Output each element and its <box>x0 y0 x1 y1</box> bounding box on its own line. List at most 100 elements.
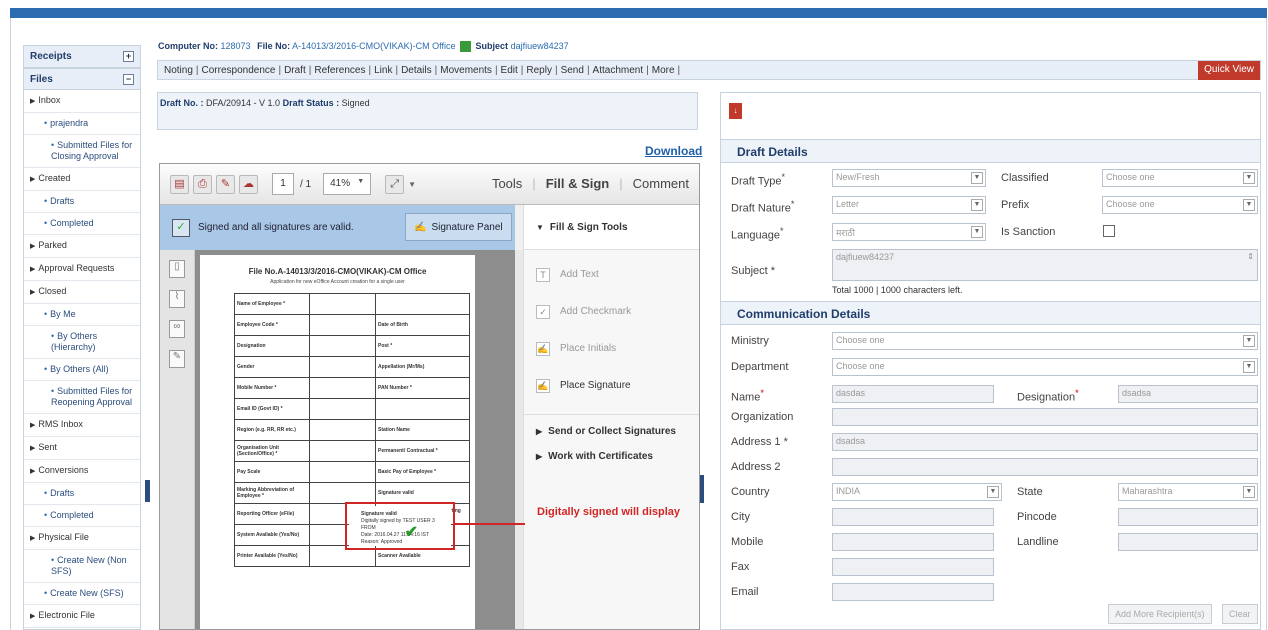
mobile-input[interactable] <box>832 533 994 551</box>
place-signature-tool[interactable]: ✍ Place Signature <box>524 367 699 404</box>
save-icon[interactable]: ▤ <box>170 174 189 194</box>
menu-item[interactable]: Attachment <box>593 65 644 76</box>
sidebar-item[interactable]: • Drafts <box>24 483 140 505</box>
menu-item[interactable]: Details <box>401 65 432 76</box>
sidebar-item[interactable]: • By Others (Hierarchy) <box>24 326 140 359</box>
sidebar-item[interactable]: ▶ RMS Inbox <box>24 414 140 437</box>
sidebar-files-header[interactable]: Files − <box>24 68 140 90</box>
print-icon[interactable]: ⎙ <box>193 174 212 194</box>
splitter-handle[interactable] <box>700 475 704 503</box>
landline-input[interactable] <box>1118 533 1258 551</box>
language-select[interactable]: मराठी ▼ <box>832 223 986 241</box>
name-input[interactable]: dasdas <box>832 385 994 403</box>
address2-input[interactable] <box>832 458 1258 476</box>
send-collect-signatures[interactable]: ▶ Send or Collect Signatures <box>524 419 699 444</box>
sidebar-item-label: Drafts <box>50 488 75 498</box>
menu-item[interactable]: Reply <box>526 65 552 76</box>
page-thumbnails-icon[interactable]: ▯ <box>169 260 185 278</box>
sidebar-item[interactable]: • Completed <box>24 213 140 235</box>
sidebar-item[interactable]: ▶ Closed <box>24 281 140 304</box>
menu-item[interactable]: Send <box>561 65 584 76</box>
quick-view-button[interactable]: Quick View <box>1198 61 1260 80</box>
edit-icon[interactable]: ✎ <box>216 174 235 194</box>
sidebar-item[interactable]: ▶ Approval Requests <box>24 258 140 281</box>
sidebar-item[interactable]: ▶ Created <box>24 168 140 191</box>
sidebar-item[interactable]: • Completed <box>24 505 140 527</box>
add-checkmark-tool[interactable]: ✓ Add Checkmark <box>524 293 699 330</box>
attachments-icon[interactable]: ⌇ <box>169 290 185 308</box>
address1-input[interactable]: dsadsa <box>832 433 1258 451</box>
pincode-input[interactable] <box>1118 508 1258 526</box>
sidebar-item[interactable]: • Drafts <box>24 191 140 213</box>
upload-icon[interactable]: ☁ <box>239 174 258 194</box>
notes-icon[interactable] <box>460 41 472 53</box>
collapse-icon[interactable]: − <box>123 73 134 85</box>
sidebar-item[interactable]: • Submitted Files for Reopening Approval <box>24 381 140 414</box>
sidebar-item[interactable]: ▶ Electronic File <box>24 605 140 628</box>
vertical-scrollbar[interactable] <box>515 250 523 629</box>
city-input[interactable] <box>832 508 994 526</box>
menu-item[interactable]: Draft <box>284 65 306 76</box>
signatures-icon[interactable]: ✎ <box>169 350 185 368</box>
comment-link[interactable]: Comment <box>633 176 689 191</box>
ministry-select[interactable]: Choose one ▼ <box>832 332 1258 350</box>
state-select[interactable]: Maharashtra ▼ <box>1118 483 1258 501</box>
page-number-input[interactable]: 1 <box>272 173 294 195</box>
draft-type-select[interactable]: New/Fresh ▼ <box>832 169 986 187</box>
add-text-tool[interactable]: T Add Text <box>524 256 699 293</box>
sidebar-collapse-handle[interactable] <box>145 480 150 502</box>
fill-sign-tools-header[interactable]: ▼ Fill & Sign Tools <box>524 205 699 250</box>
sidebar-item[interactable]: ▶ Conversions <box>24 460 140 483</box>
classified-select[interactable]: Choose one ▼ <box>1102 169 1258 187</box>
download-link[interactable]: Download <box>645 144 702 158</box>
sidebar-item[interactable]: ▶ Parked <box>24 235 140 258</box>
menu-item[interactable]: Edit <box>501 65 518 76</box>
sidebar-item[interactable]: • prajendra <box>24 113 140 135</box>
zoom-select[interactable]: 41% ▼ <box>323 173 372 195</box>
sidebar-item[interactable]: • By Others (All) <box>24 359 140 381</box>
organization-input[interactable] <box>832 408 1258 426</box>
divider <box>524 414 699 415</box>
add-more-recipients-button[interactable]: Add More Recipient(s) <box>1108 604 1212 624</box>
subject-label-text: Subject <box>731 265 768 277</box>
prefix-select[interactable]: Choose one ▼ <box>1102 196 1258 214</box>
sidebar-item[interactable]: • Create New (SFS) <box>24 583 140 605</box>
signature-panel-button[interactable]: ✍ Signature Panel <box>405 213 512 241</box>
subject-textarea[interactable]: dajfiuew84237 ⇕ <box>832 249 1258 281</box>
draft-nature-select[interactable]: Letter ▼ <box>832 196 986 214</box>
tools-link[interactable]: Tools <box>492 176 522 191</box>
menu-item[interactable]: Noting <box>164 65 193 76</box>
fill-sign-link[interactable]: Fill & Sign <box>546 176 610 191</box>
binoculars-icon[interactable]: ∞ <box>169 320 185 338</box>
sidebar-item[interactable]: • Create New (Non SFS) <box>24 550 140 583</box>
sidebar-item[interactable]: ▶ Sent <box>24 437 140 460</box>
designation-input[interactable]: dsadsa <box>1118 385 1258 403</box>
file-no: A-14013/3/2016-CMO(VIKAK)-CM Office <box>292 41 456 51</box>
sidebar-receipts-header[interactable]: Receipts + <box>24 46 140 68</box>
sidebar-item[interactable]: • Submitted Files for Closing Approval <box>24 135 140 168</box>
menu-item[interactable]: More <box>652 65 675 76</box>
is-sanction-checkbox[interactable] <box>1103 225 1115 237</box>
sidebar-item[interactable]: ▶ Physical File <box>24 527 140 550</box>
form-row: Organisation Unit (Section/Office) * Perm… <box>233 440 471 462</box>
menu-item[interactable]: References <box>314 65 365 76</box>
place-initials-tool[interactable]: ✍ Place Initials <box>524 330 699 367</box>
document-subtitle: Application for new eOffice Account crea… <box>270 279 405 285</box>
expand-icon[interactable]: + <box>123 51 134 62</box>
department-select[interactable]: Choose one ▼ <box>832 358 1258 376</box>
menu-item[interactable]: Link <box>374 65 392 76</box>
pdf-icon[interactable]: ↓ <box>729 103 742 119</box>
country-select[interactable]: INDIA ▼ <box>832 483 1002 501</box>
fullscreen-icon[interactable]: ⤢ <box>385 174 405 194</box>
clear-button[interactable]: Clear <box>1222 604 1258 624</box>
sidebar-item[interactable]: ▶ Inbox <box>24 90 140 113</box>
digital-signature-highlight[interactable]: Signature valid Digitally signed by TEST… <box>345 502 455 550</box>
fax-input[interactable] <box>832 558 994 576</box>
email-input[interactable] <box>832 583 994 601</box>
work-with-certificates[interactable]: ▶ Work with Certificates <box>524 444 699 469</box>
more-tools-icon[interactable]: ▼ <box>408 180 416 189</box>
menu-item[interactable]: Correspondence <box>202 65 276 76</box>
sidebar-item[interactable]: • By Me <box>24 304 140 326</box>
menu-item[interactable]: Movements <box>440 65 492 76</box>
country-value: INDIA <box>836 486 861 496</box>
